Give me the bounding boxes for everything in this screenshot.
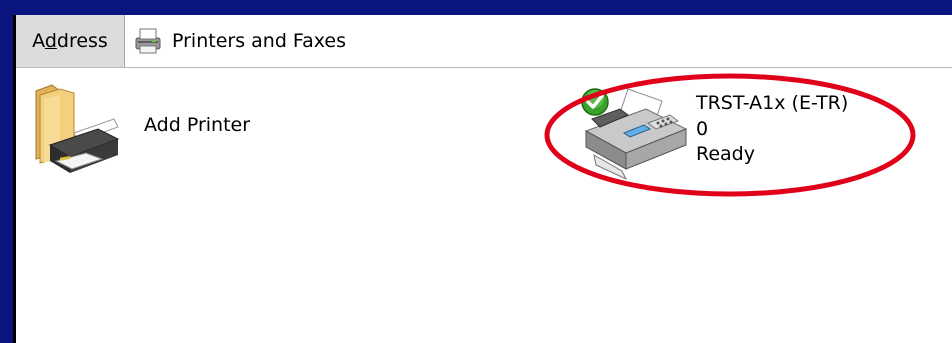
address-label: Address bbox=[16, 15, 125, 67]
highlight-ellipse bbox=[544, 73, 916, 197]
explorer-window: Address Printers and Faxes Add Printer T… bbox=[13, 15, 952, 343]
printer-icon bbox=[135, 28, 161, 54]
add-printer-label: Add Printer bbox=[144, 114, 251, 136]
address-label-text: Address bbox=[32, 30, 108, 52]
add-printer-icon bbox=[35, 84, 120, 173]
address-field[interactable]: Printers and Faxes bbox=[126, 15, 952, 67]
address-location: Printers and Faxes bbox=[172, 30, 347, 52]
address-bar: Address Printers and Faxes bbox=[16, 15, 952, 68]
